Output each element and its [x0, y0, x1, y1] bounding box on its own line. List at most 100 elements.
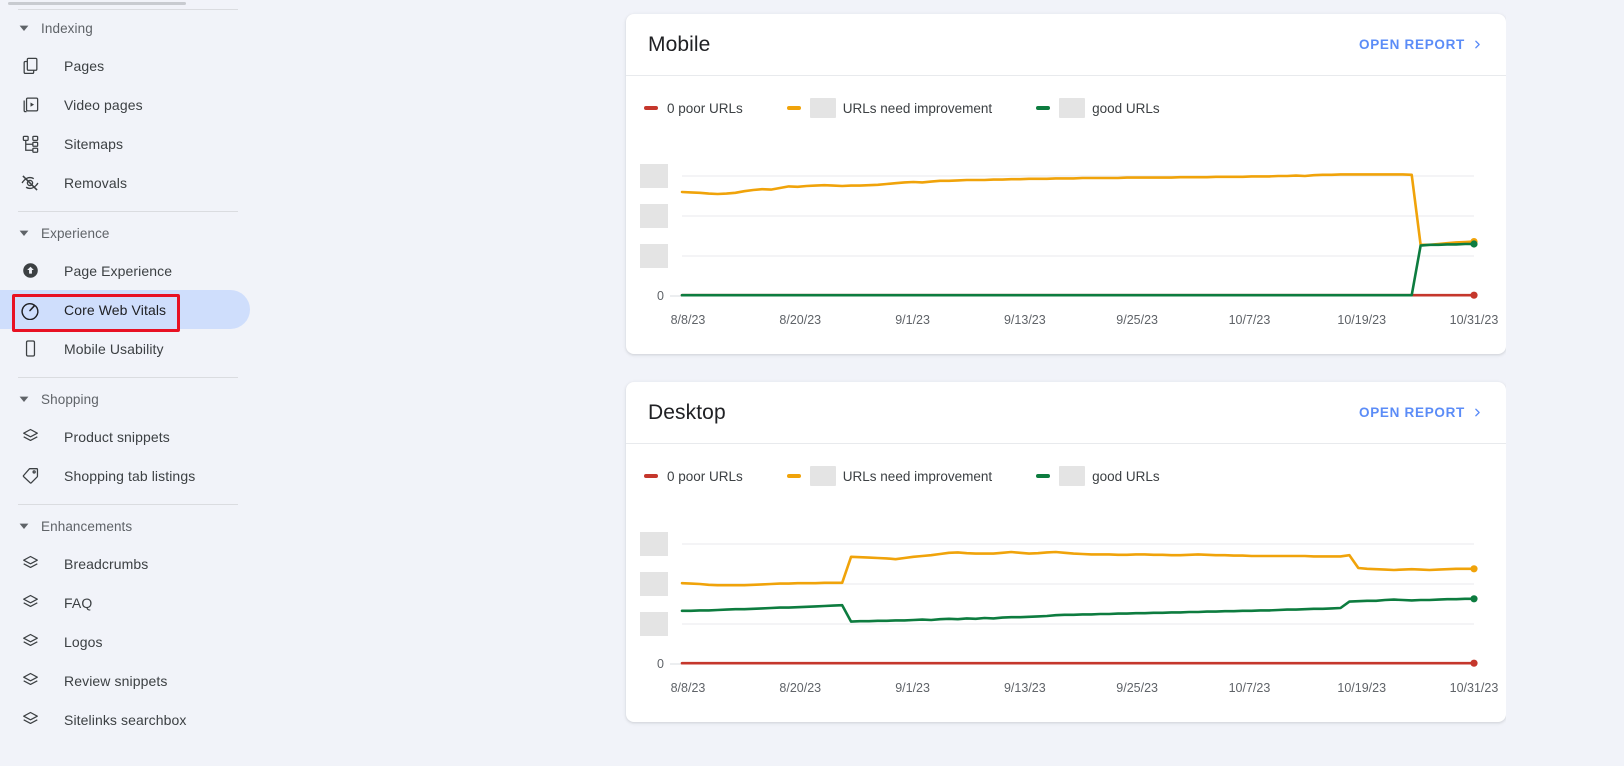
sidebar-item-shopping-tab-listings[interactable]: Shopping tab listings [0, 456, 286, 495]
sidebar-group-label: Experience [41, 225, 110, 241]
sidebar-item-pages[interactable]: Pages [0, 46, 286, 85]
redacted-y-axis-label [640, 204, 668, 228]
sidebar-item-video-pages[interactable]: Video pages [0, 85, 286, 124]
legend-item-poor[interactable]: 0 poor URLs [644, 469, 743, 484]
legend-swatch [1036, 106, 1051, 110]
layers-icon [18, 669, 42, 693]
sitemaps-icon [18, 132, 42, 156]
video-pages-icon [18, 93, 42, 117]
sidebar-divider [18, 211, 238, 212]
right-gutter [1506, 0, 1624, 766]
open-report-link-desktop[interactable]: OPEN REPORT [1359, 405, 1484, 420]
redacted-y-axis-label [640, 612, 668, 636]
x-axis-tick-label: 9/1/23 [895, 681, 930, 695]
card-desktop-header: Desktop OPEN REPORT [626, 382, 1506, 444]
x-axis-tick-label: 10/7/23 [1229, 681, 1271, 695]
redacted-value-box [1059, 466, 1086, 486]
redacted-value-box [809, 466, 836, 486]
sidebar-item-removals[interactable]: Removals [0, 163, 286, 202]
x-axis-tick-label: 9/1/23 [895, 313, 930, 327]
sidebar-item-sitelinks-searchbox[interactable]: Sitelinks searchbox [0, 700, 286, 739]
x-axis-tick-label: 9/25/23 [1116, 681, 1158, 695]
y-axis-tick-label-zero: 0 [657, 657, 664, 671]
card-mobile: Mobile OPEN REPORT 0 poor URLs URLs need … [626, 14, 1506, 354]
series-endpoint-dot [1470, 659, 1478, 667]
sidebar-item-breadcrumbs[interactable]: Breadcrumbs [0, 544, 286, 583]
sidebar-group-indexing[interactable]: Indexing [0, 10, 286, 46]
redacted-value-box [1059, 98, 1086, 118]
series-line [680, 597, 1476, 623]
x-axis-tick-label: 9/25/23 [1116, 313, 1158, 327]
layers-icon [18, 591, 42, 615]
sidebar-item-label: FAQ [64, 594, 93, 611]
open-report-link-mobile[interactable]: OPEN REPORT [1359, 37, 1484, 52]
sidebar-item-logos[interactable]: Logos [0, 622, 286, 661]
sidebar-group-enhancements[interactable]: Enhancements [0, 508, 286, 544]
card-mobile-title: Mobile [648, 32, 711, 56]
sidebar-item-label: Mobile Usability [64, 340, 164, 357]
x-axis-tick-label: 10/31/23 [1450, 681, 1499, 695]
caret-down-icon [13, 515, 35, 537]
sidebar-item-label: Breadcrumbs [64, 555, 149, 572]
sidebar-item-mobile-usability[interactable]: Mobile Usability [0, 329, 286, 368]
sidebar-item-label: Removals [64, 174, 128, 191]
tag-icon [18, 464, 42, 488]
legend-swatch [644, 474, 658, 478]
redacted-y-axis-label [640, 164, 668, 188]
caret-down-icon [13, 388, 35, 410]
sidebar-item-sitemaps[interactable]: Sitemaps [0, 124, 286, 163]
legend-swatch [1036, 474, 1051, 478]
legend-item-needs-improvement[interactable]: URLs need improvement [786, 98, 992, 118]
sidebar-group-label: Enhancements [41, 518, 133, 534]
sidebar-item-label: Sitelinks searchbox [64, 711, 187, 728]
redacted-y-axis-label [640, 532, 668, 556]
x-axis-tick-label: 9/13/23 [1004, 313, 1046, 327]
open-report-label: OPEN REPORT [1359, 37, 1465, 52]
main-content: Mobile OPEN REPORT 0 poor URLs URLs need … [286, 0, 1624, 766]
sidebar-item-core-web-vitals[interactable]: Core Web Vitals [0, 290, 250, 329]
sidebar-item-label: Sitemaps [64, 135, 124, 152]
horizontal-scrollbar-thumb[interactable] [8, 2, 186, 5]
legend-item-poor[interactable]: 0 poor URLs [644, 101, 743, 116]
sidebar-group-label: Indexing [41, 20, 93, 36]
core-web-vitals-icon [18, 298, 42, 322]
sidebar-item-label: Video pages [64, 96, 143, 113]
legend-label: URLs need improvement [842, 468, 993, 484]
legend-swatch [786, 106, 801, 110]
card-desktop-title: Desktop [648, 400, 726, 424]
series-endpoint-dot [1470, 595, 1478, 603]
legend-item-needs-improvement[interactable]: URLs need improvement [786, 466, 993, 486]
chevron-right-icon [1471, 38, 1484, 51]
sidebar-item-label: Pages [64, 57, 105, 74]
sidebar-item-page-experience[interactable]: Page Experience [0, 251, 286, 290]
legend-item-good[interactable]: good URLs [1036, 466, 1160, 486]
removals-icon [18, 171, 42, 195]
sidebar-item-label: Product snippets [64, 428, 170, 445]
search-console-page: Indexing Pages Video pages Sitemaps Removals… [0, 0, 1624, 766]
x-axis-tick-label: 8/8/23 [671, 313, 706, 327]
sidebar-group-shopping[interactable]: Shopping [0, 381, 286, 417]
x-axis-tick-label: 10/7/23 [1229, 313, 1271, 327]
sidebar-item-label: Logos [64, 633, 103, 650]
chart-mobile: 8/8/23 8/20/23 9/1/23 9/13/23 9/25/23 10/7/23… [626, 118, 1506, 348]
legend-swatch [644, 106, 658, 110]
sidebar-group-experience[interactable]: Experience [0, 215, 286, 251]
series-endpoint-dot [1470, 240, 1478, 248]
sidebar-item-faq[interactable]: FAQ [0, 583, 286, 622]
sidebar-item-review-snippets[interactable]: Review snippets [0, 661, 286, 700]
sidebar-item-label: Core Web Vitals [64, 301, 167, 318]
legend-label: 0 poor URLs [667, 468, 743, 484]
redacted-y-axis-label [640, 572, 668, 596]
x-axis-tick-label: 8/20/23 [779, 681, 821, 695]
chart-desktop: 8/8/23 8/20/23 9/1/23 9/13/23 9/25/23 10/7/23… [626, 486, 1506, 716]
legend-item-good[interactable]: good URLs [1036, 98, 1160, 118]
legend-mobile: 0 poor URLs URLs need improvement good URL… [626, 76, 1506, 118]
sidebar-item-product-snippets[interactable]: Product snippets [0, 417, 286, 456]
pages-icon [18, 54, 42, 78]
left-sidebar: Indexing Pages Video pages Sitemaps Removals… [0, 0, 286, 766]
layers-icon [18, 552, 42, 576]
legend-desktop: 0 poor URLs URLs need improvement good URL… [626, 444, 1506, 486]
chevron-right-icon [1471, 406, 1484, 419]
series-line [680, 550, 1476, 587]
redacted-value-box [809, 98, 836, 118]
